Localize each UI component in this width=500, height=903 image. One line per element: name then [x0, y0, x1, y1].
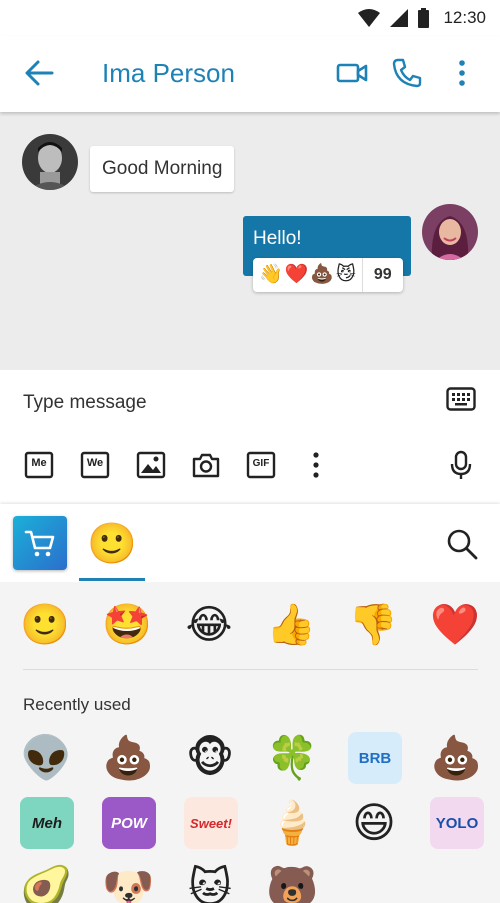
sticker-green-bear[interactable]: 🐻 — [266, 862, 318, 903]
sticker-sweet[interactable]: Sweet! — [184, 797, 238, 849]
sticker-good-poop[interactable]: 💩 — [430, 732, 482, 784]
incoming-message[interactable]: Good Morning — [90, 146, 235, 192]
search-icon[interactable] — [444, 526, 480, 562]
recently-used-label: Recently used — [23, 695, 131, 714]
sticker-monkey[interactable]: 🐵 — [184, 732, 236, 784]
contact-name: Ima Person — [102, 58, 235, 88]
sticker-brb[interactable]: BRB — [348, 732, 402, 784]
message-input[interactable]: Type message — [23, 392, 147, 414]
reaction-wave[interactable]: 👋 — [259, 265, 283, 285]
sticker-avocado[interactable]: 🥑 — [20, 862, 72, 903]
wifi-icon — [358, 9, 381, 27]
video-call-icon[interactable] — [335, 56, 369, 90]
more-tools-icon[interactable] — [301, 450, 331, 480]
tab-emoji[interactable]: 🙂 — [82, 514, 142, 574]
keyboard-icon[interactable] — [446, 387, 476, 411]
sticker-clover[interactable]: 🍀 — [266, 732, 318, 784]
signal-icon — [390, 9, 409, 27]
sticker-ice-cream[interactable]: 🍦 — [266, 797, 318, 849]
sticker-pow[interactable]: POW — [102, 797, 156, 849]
sticker-alien[interactable]: 👽 — [20, 732, 72, 784]
tab-active-indicator — [79, 578, 145, 581]
sticker-nerd-cat[interactable]: 🐱 — [184, 862, 236, 903]
sticker-meh[interactable]: Meh — [20, 797, 74, 849]
quick-emoji-tears-of-joy[interactable]: 😂 — [184, 600, 234, 650]
we-sticker-label: We — [86, 457, 104, 469]
camera-icon[interactable] — [191, 450, 221, 480]
reaction-heart[interactable]: ❤️ — [285, 265, 309, 285]
sticker-store-button[interactable] — [13, 516, 67, 570]
reaction-poop[interactable]: 💩 — [310, 265, 334, 285]
reaction-emojis[interactable]: 👋 ❤️ 💩 😼 — [253, 265, 362, 285]
gif-button[interactable]: GIF — [246, 450, 276, 480]
status-bar: 12:30 — [0, 0, 500, 36]
status-time: 12:30 — [443, 8, 486, 27]
more-options-icon[interactable] — [445, 56, 479, 90]
me-sticker-label: Me — [31, 457, 47, 469]
sticker-yolo[interactable]: YOLO — [430, 797, 484, 849]
we-sticker-button[interactable]: We — [80, 450, 110, 480]
app-bar: Ima Person — [0, 36, 500, 112]
sticker-sleepy-poop[interactable]: 💩 — [102, 732, 154, 784]
phone-call-icon[interactable] — [390, 56, 424, 90]
reaction-count[interactable]: 99 — [363, 266, 403, 284]
my-avatar[interactable] — [422, 204, 478, 260]
gallery-icon[interactable] — [136, 450, 166, 480]
battery-icon — [418, 8, 430, 28]
quick-emoji-thumbs-down[interactable]: 👎 — [348, 600, 398, 650]
contact-avatar[interactable] — [22, 134, 78, 190]
back-arrow-icon[interactable] — [22, 56, 56, 90]
emoji-panel: 🙂 🤩 😂 👍 👎 ❤️ Recently used 👽 💩 🐵 🍀 BRB 💩… — [0, 582, 500, 903]
gif-label: GIF — [252, 458, 270, 469]
quick-emoji-heart[interactable]: ❤️ — [430, 600, 480, 650]
quick-emoji-thumbs-up[interactable]: 👍 — [266, 600, 316, 650]
sticker-grin[interactable]: 😄 — [348, 797, 400, 849]
microphone-icon[interactable] — [446, 450, 476, 480]
quick-emoji-star-struck[interactable]: 🤩 — [102, 600, 152, 650]
incoming-message-text: Good Morning — [102, 158, 223, 179]
outgoing-message-text: Hello! — [253, 228, 302, 249]
sticker-detective-dog[interactable]: 🐶 — [102, 862, 154, 903]
quick-emoji-smile[interactable]: 🙂 — [20, 600, 70, 650]
emoji-tab-bar: 🙂 — [0, 504, 500, 582]
chat-area[interactable]: Good Morning Hello! 👋 ❤️ 💩 😼 99 — [0, 112, 500, 370]
shopping-cart-icon — [24, 530, 55, 557]
reaction-cat[interactable]: 😼 — [336, 265, 356, 285]
composer: Type message Me We GIF — [0, 370, 500, 500]
me-sticker-button[interactable]: Me — [24, 450, 54, 480]
reaction-bar[interactable]: 👋 ❤️ 💩 😼 99 — [253, 258, 403, 292]
section-divider — [23, 669, 478, 670]
